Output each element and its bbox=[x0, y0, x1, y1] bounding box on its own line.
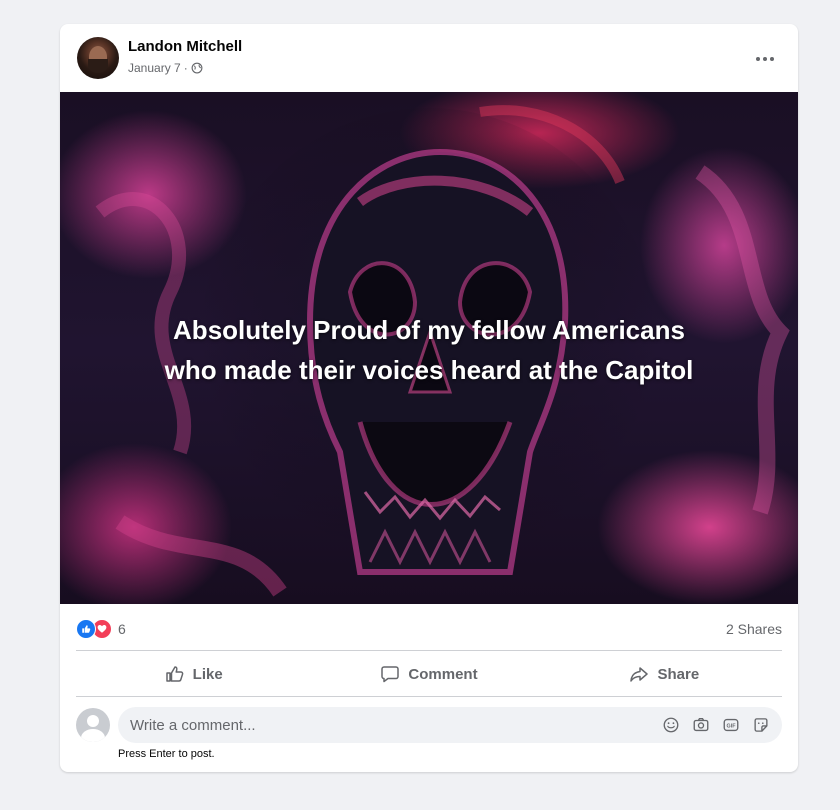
comment-row: Write a comment... GIF bbox=[76, 706, 782, 744]
comment-tools: GIF bbox=[662, 716, 770, 734]
image-caption: Absolutely Proud of my fellow Americans … bbox=[60, 310, 798, 390]
more-options-icon bbox=[756, 57, 774, 61]
shares-count[interactable]: 2 Shares bbox=[726, 621, 782, 637]
post-card: Landon Mitchell January 7 · Absolutely P… bbox=[60, 24, 798, 772]
post-meta: January 7 · bbox=[128, 61, 203, 75]
post-header: Landon Mitchell January 7 · bbox=[60, 24, 798, 92]
globe-icon bbox=[191, 62, 203, 74]
avatar-beard bbox=[88, 59, 108, 73]
page: Landon Mitchell January 7 · Absolutely P… bbox=[0, 0, 840, 810]
camera-icon[interactable] bbox=[692, 716, 710, 734]
share-button[interactable]: Share bbox=[547, 653, 782, 695]
image-caption-line-2: who made their voices heard at the Capit… bbox=[164, 355, 694, 385]
like-button[interactable]: Like bbox=[76, 653, 311, 695]
share-arrow-icon bbox=[630, 667, 649, 682]
like-label: Like bbox=[192, 665, 223, 683]
comment-placeholder: Write a comment... bbox=[130, 716, 256, 734]
comment-button[interactable]: Comment bbox=[311, 653, 546, 695]
gif-icon[interactable]: GIF bbox=[722, 716, 740, 734]
thumbs-up-icon bbox=[165, 666, 184, 682]
image-caption-line-1: Absolutely Proud of my fellow Americans bbox=[173, 315, 685, 345]
meta-separator: · bbox=[183, 61, 188, 75]
reaction-count: 6 bbox=[118, 621, 126, 637]
author-name[interactable]: Landon Mitchell bbox=[128, 38, 242, 55]
divider-top bbox=[76, 650, 782, 651]
share-label: Share bbox=[657, 665, 700, 683]
comment-bubble-icon bbox=[381, 666, 400, 683]
post-date[interactable]: January 7 bbox=[128, 61, 181, 75]
actions-row: Like Comment Share bbox=[76, 653, 782, 695]
current-user-avatar[interactable] bbox=[76, 708, 110, 742]
like-reaction-icon bbox=[76, 619, 96, 639]
sticker-icon[interactable] bbox=[752, 716, 770, 734]
emoji-icon[interactable] bbox=[662, 716, 680, 734]
more-options-button[interactable] bbox=[750, 44, 780, 74]
reaction-summary[interactable]: 6 bbox=[76, 619, 126, 639]
comment-label: Comment bbox=[408, 665, 478, 683]
comment-input[interactable]: Write a comment... GIF bbox=[118, 707, 782, 743]
press-enter-hint: Press Enter to post. bbox=[118, 748, 215, 760]
avatar-body-shape bbox=[81, 729, 105, 742]
reaction-icons bbox=[76, 619, 112, 639]
post-image[interactable]: Absolutely Proud of my fellow Americans … bbox=[60, 92, 798, 604]
svg-text:GIF: GIF bbox=[727, 723, 737, 729]
author-avatar[interactable] bbox=[77, 37, 119, 79]
reactions-row: 6 2 Shares bbox=[76, 614, 782, 644]
avatar-head-shape bbox=[87, 715, 99, 727]
divider-bottom bbox=[76, 696, 782, 697]
